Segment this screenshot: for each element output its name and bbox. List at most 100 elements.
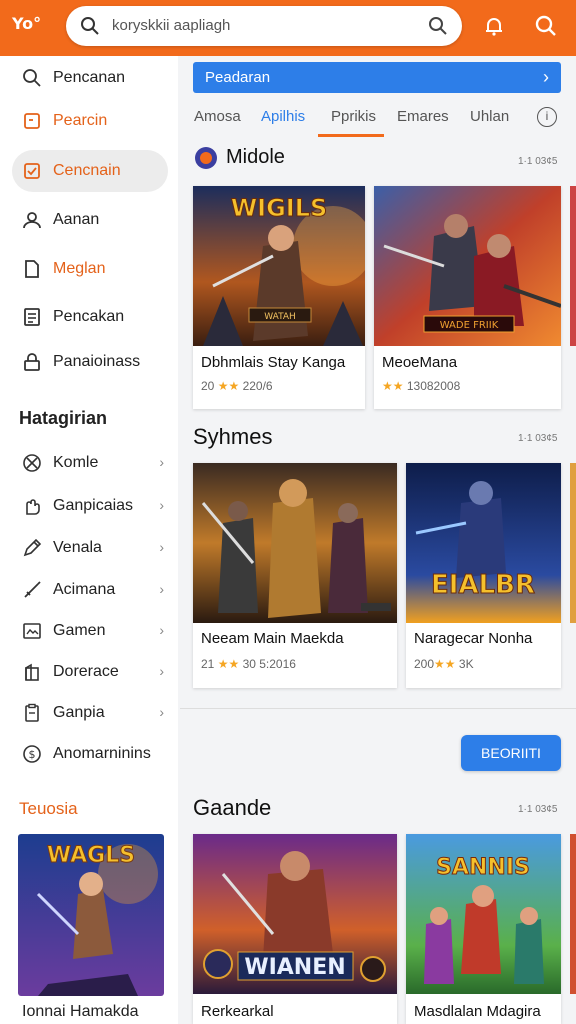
game-art: SANNIS (406, 834, 561, 994)
sword-icon (24, 581, 41, 598)
sidebar-item-label: Pencanan (53, 69, 126, 86)
game-art: WADE FRIIK (374, 186, 561, 346)
bell-icon[interactable] (482, 14, 506, 38)
search-icon-header[interactable] (534, 14, 558, 38)
sidebar-item-panaioinass[interactable]: Panaioinass (12, 341, 168, 383)
game-art: WIANEN (193, 834, 397, 994)
game-card[interactable]: WADE FRIIK MeoeMana ★★ 13082008 (374, 186, 561, 409)
game-art (193, 463, 397, 623)
featured-game-art[interactable]: WAGLS (18, 834, 164, 996)
tab-pprikis[interactable]: Pprikis (331, 108, 376, 125)
sidebar-item-meglan[interactable]: Meglan (12, 248, 168, 290)
sidebar-item-label: Pencakan (53, 308, 125, 325)
search-bar[interactable]: koryskkii aapliagh (66, 6, 462, 46)
search-icon (81, 17, 99, 35)
sidebar-item-label: Aanan (53, 211, 100, 228)
section-count: 1·1 03¢5 (518, 804, 558, 815)
game-card[interactable]: WIGILS WATAH Dbhmlais Stay Kanga 20 ★★ 2… (193, 186, 365, 409)
document-icon (25, 260, 39, 278)
tab-emares[interactable]: Emares (397, 108, 449, 125)
game-meta: 20 ★★ 220/6 (201, 379, 273, 393)
square-icon (24, 113, 40, 129)
coin-icon: $ (23, 745, 41, 763)
category-item-acimana[interactable]: Acimana › (12, 569, 168, 611)
search-submit-icon[interactable] (428, 16, 448, 36)
app-header: Yo° koryskkii aapliagh (0, 0, 576, 56)
info-icon[interactable]: i (537, 107, 557, 127)
category-label: Anomarninins (53, 745, 151, 762)
action-button[interactable]: BEORIITI (461, 735, 561, 771)
door-icon (25, 663, 39, 681)
game-art-logo: WIANEN (244, 955, 345, 980)
category-item-gamen[interactable]: Gamen › (12, 610, 168, 652)
game-meta-left: 200 (414, 657, 435, 671)
chevron-right-icon: › (159, 539, 164, 555)
game-card[interactable]: Neeam Main Maekda 21 ★★ 30 5:2016 (193, 463, 397, 688)
category-label: Venala (53, 539, 102, 556)
chevron-right-icon: › (159, 497, 164, 513)
tab-amosa[interactable]: Amosa (194, 108, 241, 125)
image-icon (23, 623, 41, 639)
category-item-ganpicaias[interactable]: Ganpicaias › (12, 485, 168, 527)
category-avatar-icon (195, 147, 217, 169)
game-card[interactable]: WIANEN Rerkearkal (193, 834, 397, 1024)
category-label: Acimana (53, 581, 116, 598)
search-icon (23, 69, 41, 87)
chevron-right-icon: › (159, 581, 164, 597)
game-art-subtitle: WATAH (264, 312, 296, 322)
search-input[interactable]: koryskkii aapliagh (112, 17, 230, 34)
section-count: 1·1 03¢5 (518, 156, 558, 167)
category-label: Dorerace (53, 663, 119, 680)
partial-card-edge (570, 463, 576, 623)
app-logo[interactable]: Yo° (12, 14, 52, 38)
category-item-anomarninins[interactable]: $ Anomarninins (12, 733, 168, 775)
list-icon (24, 308, 40, 326)
game-title: Neeam Main Maekda (201, 630, 344, 647)
promo-banner[interactable]: Peadaran › (193, 62, 561, 93)
chevron-right-icon: › (159, 663, 164, 679)
game-title: Rerkearkal (201, 1003, 274, 1020)
tab-uhlan[interactable]: Uhlan (470, 108, 509, 125)
game-title: Dbhmlais Stay Kanga (201, 354, 346, 371)
partial-card-edge (570, 834, 576, 994)
chevron-right-icon: › (543, 67, 549, 87)
lock-icon (24, 353, 40, 371)
category-label: Ganpia (53, 704, 105, 721)
game-meta-left: 21 (201, 657, 215, 671)
game-meta-left: 20 (201, 379, 215, 393)
featured-art-logo: WAGLS (47, 843, 135, 868)
hand-icon (26, 499, 40, 515)
game-art-logo: EIALBR (431, 570, 535, 600)
game-meta: ★★ 13082008 (382, 379, 460, 393)
featured-card-title[interactable]: Ionnai Hamakda (22, 1003, 139, 1021)
category-item-ganpia[interactable]: Ganpia › (12, 692, 168, 734)
sidebar-item-pearcin[interactable]: Pearcin (12, 100, 168, 142)
game-meta-right: 13082008 (406, 379, 461, 393)
game-meta: 21 ★★ 30 5:2016 (201, 657, 296, 671)
game-meta: 200★★ 3K (414, 657, 474, 671)
game-title: MeoeMana (382, 354, 458, 371)
category-item-venala[interactable]: Venala › (12, 527, 168, 569)
game-card[interactable]: EIALBR Naragecar Nonha 200★★ 3K (406, 463, 561, 688)
section-title: Gaande (193, 795, 272, 820)
sidebar-item-cencnain[interactable]: Cencnain (12, 150, 168, 192)
game-art-logo: SANNIS (436, 855, 530, 880)
sidebar-item-aanan[interactable]: Aanan (12, 199, 168, 241)
game-card[interactable]: SANNIS Masdlalan Mdagira (406, 834, 561, 1024)
star-rating-icon: ★★ (217, 657, 240, 671)
chevron-right-icon: › (159, 704, 164, 720)
sidebar-item-label: Meglan (53, 260, 106, 277)
sidebar-item-pencakan[interactable]: Pencakan (12, 296, 168, 338)
category-item-dorerace[interactable]: Dorerace › (12, 651, 168, 693)
partial-card-edge (570, 186, 576, 346)
category-label: Komle (53, 454, 99, 471)
star-rating-icon: ★★ (217, 379, 240, 393)
tab-apilhis[interactable]: Apilhis (261, 108, 305, 125)
game-meta-right: 30 5:2016 (242, 657, 296, 671)
check-square-icon (24, 163, 40, 179)
sidebar-item-search[interactable]: Pencanan (12, 57, 168, 99)
game-art: EIALBR (406, 463, 561, 623)
category-item-komle[interactable]: Komle › (12, 442, 168, 484)
section-title: Syhmes (193, 424, 273, 449)
category-label: Gamen (53, 622, 106, 639)
